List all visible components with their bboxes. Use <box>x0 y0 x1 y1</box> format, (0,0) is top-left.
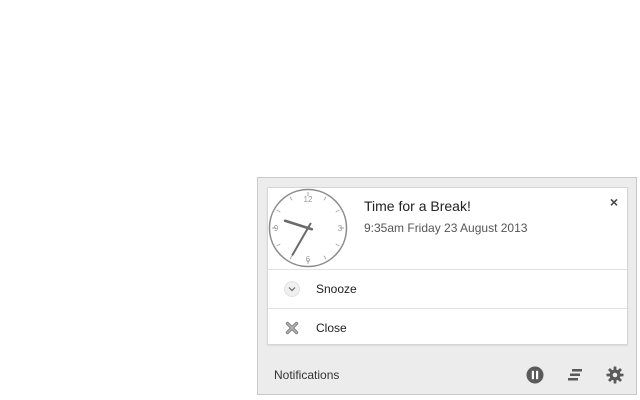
clear-all-icon[interactable] <box>566 366 584 384</box>
notification-card[interactable]: 12 3 6 9 Time for a Break! 9:35am Friday… <box>267 187 628 345</box>
clock-numeral-6: 6 <box>306 255 311 264</box>
close-x-icon <box>284 320 300 336</box>
notification-title: Time for a Break! <box>364 198 471 214</box>
notifications-label: Notifications <box>274 368 340 382</box>
close-label: Close <box>316 320 347 335</box>
clock-numeral-3: 3 <box>338 224 343 233</box>
close-notification-button[interactable]: × <box>610 194 618 210</box>
chevron-down-icon <box>284 281 300 297</box>
notification-header: 12 3 6 9 Time for a Break! 9:35am Friday… <box>268 188 627 270</box>
clock-numeral-9: 9 <box>274 224 279 233</box>
footer-toolbar <box>526 366 624 384</box>
snooze-button[interactable]: Snooze <box>268 270 627 308</box>
snooze-label: Snooze <box>316 282 357 296</box>
clock-icon: 12 3 6 9 <box>268 188 348 268</box>
close-action-button[interactable]: Close <box>268 308 627 346</box>
notification-center: 12 3 6 9 Time for a Break! 9:35am Friday… <box>257 177 637 395</box>
pause-icon[interactable] <box>526 366 544 384</box>
gear-icon[interactable] <box>606 366 624 384</box>
clock-numeral-12: 12 <box>304 195 313 204</box>
notification-message: 9:35am Friday 23 August 2013 <box>364 221 528 235</box>
notification-footer: Notifications <box>258 356 636 394</box>
